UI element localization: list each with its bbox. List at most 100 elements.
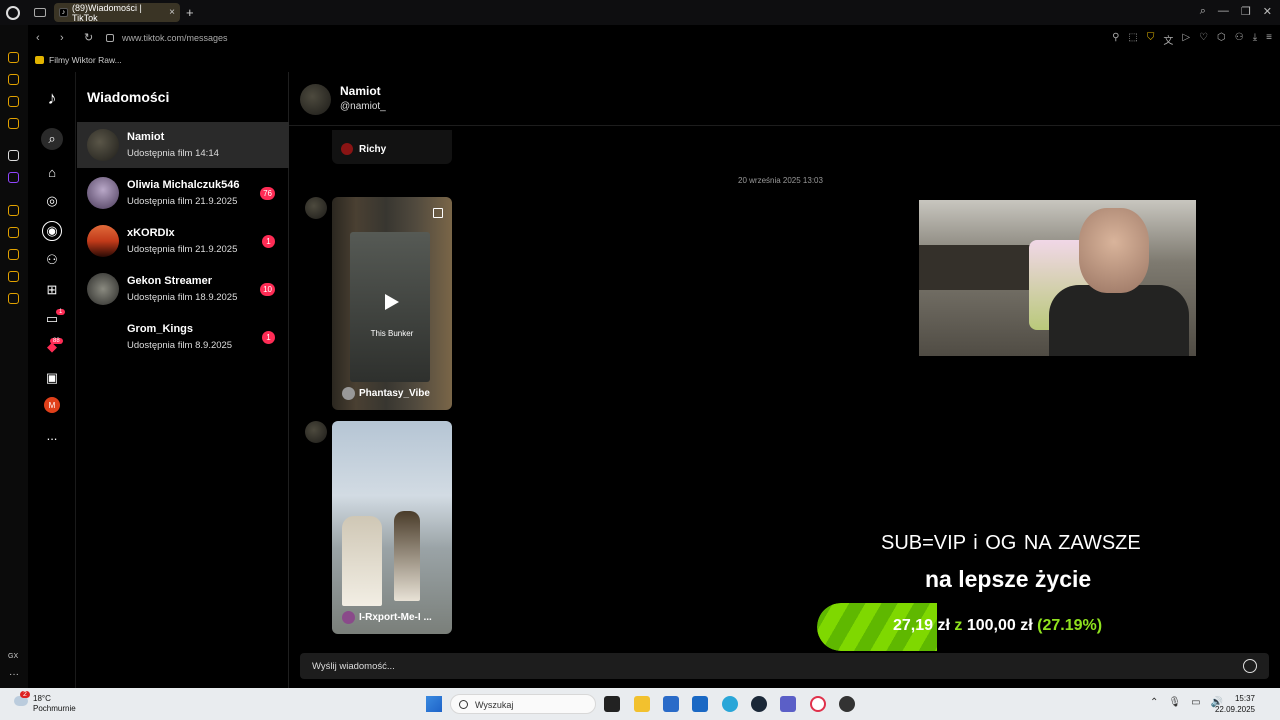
news-icon[interactable]: [8, 96, 19, 107]
live-icon[interactable]: ▣: [42, 368, 62, 388]
edge-icon[interactable]: [722, 696, 738, 712]
opera-gx-icon[interactable]: [810, 696, 826, 712]
weather-badge: 2: [20, 691, 30, 698]
messages-badge: 1: [56, 309, 66, 315]
pin-icon[interactable]: ⚲: [1112, 32, 1119, 47]
tab-manager-icon[interactable]: [34, 8, 46, 17]
store-icon[interactable]: [663, 696, 679, 712]
author-avatar: [342, 611, 355, 624]
conversation-item[interactable]: Gekon Streamer Udostępnia film 18.9.2025…: [77, 266, 289, 312]
maximize-button[interactable]: ❐: [1241, 5, 1251, 18]
obs-icon[interactable]: [839, 696, 855, 712]
chat-contact-name[interactable]: Namiot: [340, 84, 381, 98]
conversation-item[interactable]: Oliwia Michalczuk546 Udostępnia film 21.…: [77, 170, 289, 216]
browser-tab-active[interactable]: ♪ (89)Wiadomości | TikTok ×: [54, 2, 180, 23]
tiktok-logo-icon[interactable]: ♪: [42, 88, 62, 108]
following-avatar-icon[interactable]: ◉: [42, 221, 62, 241]
snapshot-icon[interactable]: ⬚: [1128, 32, 1137, 47]
message-input-placeholder: Wyślij wiadomość...: [312, 661, 395, 672]
chat-contact-username[interactable]: @namiot_: [340, 101, 386, 112]
extensions-icon[interactable]: ⬡: [1217, 32, 1226, 47]
conversation-name: Gekon Streamer: [127, 275, 212, 287]
conversation-preview: Udostępnia film 14:14: [127, 148, 219, 159]
file-explorer-icon[interactable]: [634, 696, 650, 712]
tiktok-icon: ♪: [59, 8, 68, 17]
new-tab-button[interactable]: +: [186, 5, 194, 20]
shared-video-author-card[interactable]: Richy: [332, 130, 452, 164]
clock[interactable]: 15:37 22.09.2025: [1215, 693, 1255, 715]
goal-percent: (27.19%): [1037, 617, 1103, 634]
microphone-icon[interactable]: 🎙: [1168, 697, 1181, 708]
video-thumbnail-figure: [394, 511, 420, 601]
minimize-button[interactable]: —: [1218, 5, 1229, 18]
forward-button[interactable]: ›: [60, 32, 76, 44]
teams-icon[interactable]: [780, 696, 796, 712]
conversation-name: xKORDIx: [127, 227, 175, 239]
history-icon[interactable]: [8, 249, 19, 260]
upload-icon[interactable]: ⊞: [42, 280, 62, 300]
inbox-badge: 88: [50, 338, 63, 344]
conversation-preview: Udostępnia film 8.9.2025: [127, 340, 233, 351]
emoji-icon[interactable]: [1243, 659, 1257, 673]
mail-icon[interactable]: [8, 118, 19, 129]
explore-icon[interactable]: ◎: [42, 191, 62, 211]
conversation-item[interactable]: xKORDIx Udostępnia film 21.9.2025 1: [77, 218, 289, 264]
expand-icon[interactable]: [433, 208, 443, 218]
taskbar-search[interactable]: Wyszukaj: [450, 694, 596, 714]
windows-taskbar: 18°C Pochmurnie 2 Wyszukaj ⌃ 🎙 ▭ 🔊 15:37…: [0, 688, 1280, 720]
close-tab-icon[interactable]: ×: [169, 7, 175, 18]
heart-icon[interactable]: ♡: [1199, 32, 1208, 47]
conversation-preview: Udostępnia film 18.9.2025: [127, 292, 238, 303]
profile-avatar[interactable]: M: [44, 397, 60, 413]
extensions-sidebar-icon[interactable]: [8, 271, 19, 282]
browser-titlebar: ♪ (89)Wiadomości | TikTok × + ⌕ — ❐ ✕: [0, 0, 1280, 25]
speed-dial-icon[interactable]: [8, 52, 19, 63]
conversation-item[interactable]: Grom_Kings Udostępnia film 8.9.2025 1: [77, 314, 289, 360]
folder-icon: [35, 56, 44, 64]
url-field[interactable]: www.tiktok.com/messages: [122, 33, 228, 43]
play-icon[interactable]: ▷: [1182, 32, 1190, 47]
outlook-icon[interactable]: [692, 696, 708, 712]
close-window-button[interactable]: ✕: [1263, 5, 1272, 18]
steam-icon[interactable]: [751, 696, 767, 712]
download-icon[interactable]: ⤓: [1253, 32, 1257, 47]
chevron-up-icon[interactable]: ⌃: [1150, 697, 1158, 708]
start-button[interactable]: [426, 696, 442, 712]
friends-icon[interactable]: ⚇: [42, 250, 62, 270]
search-tabs-icon[interactable]: ⌕: [1200, 5, 1206, 18]
task-view-icon[interactable]: [604, 696, 620, 712]
opera-logo-icon[interactable]: [6, 5, 20, 20]
settings-icon[interactable]: [8, 293, 19, 304]
message-input[interactable]: Wyślij wiadomość...: [300, 653, 1269, 679]
shared-video-card[interactable]: I-Rxport-Me-I ...: [332, 421, 452, 634]
taskbar-search-placeholder: Wyszukaj: [475, 700, 514, 710]
twitch-icon[interactable]: [8, 172, 19, 183]
unread-badge: 10: [260, 283, 275, 296]
bookmark-item[interactable]: Filmy Wiktor Raw...: [49, 55, 122, 65]
gx-logo-icon[interactable]: GX: [8, 653, 18, 660]
workspaces-icon[interactable]: [8, 227, 19, 238]
stream-overlay-text: SUB=VIP i OG NA ZAWSZE: [881, 532, 1141, 554]
profile-icon[interactable]: ⚇: [1235, 32, 1244, 47]
reload-button[interactable]: ↻: [84, 31, 100, 44]
translate-icon[interactable]: 文: [1163, 32, 1173, 47]
search-icon: [459, 700, 468, 709]
gx-corner-icon[interactable]: [8, 74, 19, 85]
bookmarks-bar: Filmy Wiktor Raw...: [28, 50, 1280, 70]
more-menu-icon[interactable]: ...: [42, 425, 62, 445]
lock-icon[interactable]: [106, 33, 114, 42]
home-icon[interactable]: ⌂: [42, 162, 62, 182]
play-icon[interactable]: [385, 294, 399, 310]
aria-icon[interactable]: [8, 150, 19, 161]
player-icon[interactable]: [8, 205, 19, 216]
shield-icon[interactable]: ⛉: [1147, 32, 1155, 47]
menu-icon[interactable]: ≡: [1266, 32, 1272, 47]
back-button[interactable]: ‹: [36, 32, 52, 44]
more-icon[interactable]: ···: [9, 669, 19, 680]
shared-video-card[interactable]: This Bunker Phantasy_Vibe: [332, 197, 452, 410]
network-icon[interactable]: ▭: [1191, 697, 1200, 708]
tab-title: (89)Wiadomości | TikTok: [71, 2, 142, 23]
search-icon[interactable]: ⌕: [41, 128, 63, 150]
avatar[interactable]: [300, 84, 331, 115]
conversation-item[interactable]: Namiot Udostępnia film 14:14: [77, 122, 289, 168]
